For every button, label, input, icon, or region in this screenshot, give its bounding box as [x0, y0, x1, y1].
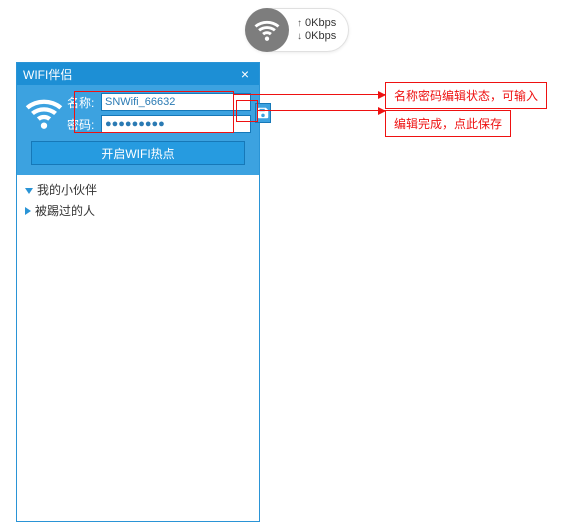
wifi-name-input[interactable] — [101, 93, 251, 111]
close-icon[interactable]: × — [237, 66, 253, 82]
window-title: WIFI伴侣 — [23, 66, 72, 83]
upload-speed: 0Kbps — [305, 17, 336, 30]
wifi-password-input[interactable] — [101, 115, 251, 133]
upload-arrow-icon — [297, 17, 302, 30]
download-arrow-icon — [297, 30, 302, 43]
annotation-text-1: 名称密码编辑状态，可输入 — [394, 89, 538, 103]
header-panel: 名称: 密码: 开启WIFI热点 — [17, 85, 259, 175]
wifi-companion-window: WIFI伴侣 × 名称: 密码: — [16, 62, 260, 522]
annotation-box-1: 名称密码编辑状态，可输入 — [385, 82, 547, 109]
chevron-down-icon — [25, 188, 33, 194]
titlebar[interactable]: WIFI伴侣 × — [17, 63, 259, 85]
start-hotspot-label: 开启WIFI热点 — [101, 145, 174, 162]
wifi-icon — [254, 17, 280, 43]
annotation-text-2: 编辑完成，点此保存 — [394, 117, 502, 131]
speed-widget: 0Kbps 0Kbps — [245, 8, 349, 52]
wifi-circle-icon — [245, 8, 289, 52]
wifi-icon-large — [25, 93, 63, 133]
password-label: 密码: — [67, 116, 99, 133]
download-speed: 0Kbps — [305, 30, 336, 43]
annotation-box-2: 编辑完成，点此保存 — [385, 110, 511, 137]
name-label: 名称: — [67, 94, 99, 111]
save-icon — [256, 106, 270, 120]
save-button[interactable] — [255, 103, 271, 123]
tree-item-kicked[interactable]: 被踢过的人 — [19, 200, 257, 221]
client-list-panel: 我的小伙伴 被踢过的人 — [17, 175, 259, 521]
tree-item-friends[interactable]: 我的小伙伴 — [19, 179, 257, 200]
start-hotspot-button[interactable]: 开启WIFI热点 — [31, 141, 245, 165]
tree-item-label: 被踢过的人 — [35, 202, 95, 219]
annotation-arrow-2 — [258, 110, 385, 111]
chevron-right-icon — [25, 207, 31, 215]
tree-item-label: 我的小伙伴 — [37, 181, 97, 198]
annotation-arrow-1 — [234, 94, 385, 95]
